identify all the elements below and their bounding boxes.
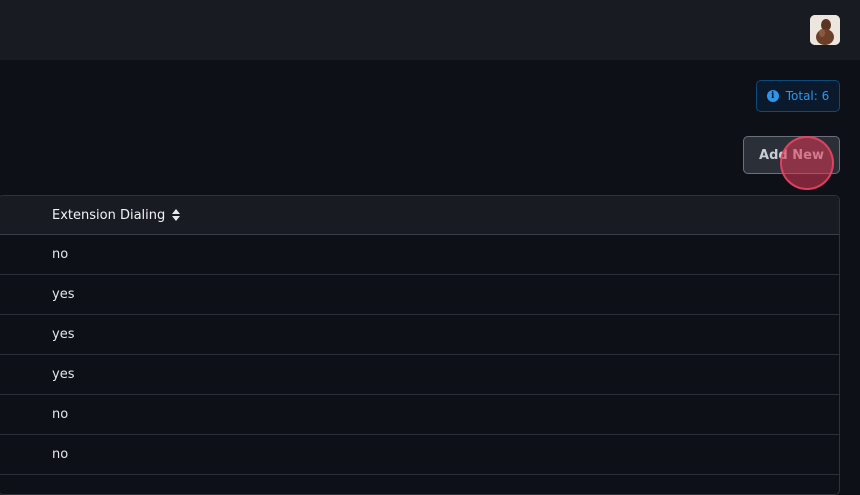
- total-count-label: Total: 6: [785, 89, 830, 103]
- sort-icon[interactable]: [171, 208, 181, 222]
- table-row[interactable]: no: [0, 395, 839, 435]
- extension-dialing-cell: no: [52, 407, 69, 422]
- table-header-row: Extension Dialing: [0, 196, 839, 235]
- extension-dialing-cell: no: [52, 447, 69, 462]
- add-new-button[interactable]: Add New: [743, 136, 840, 174]
- extension-dialing-cell: yes: [52, 367, 75, 382]
- table-row[interactable]: no: [0, 235, 839, 275]
- extension-dialing-cell: yes: [52, 287, 75, 302]
- user-avatar-icon[interactable]: [810, 15, 840, 45]
- table-row[interactable]: yes: [0, 315, 839, 355]
- table-row[interactable]: yes: [0, 355, 839, 395]
- column-header-extension-dialing[interactable]: Extension Dialing: [52, 208, 181, 223]
- column-header-label: Extension Dialing: [52, 207, 166, 223]
- data-table: Extension Dialing no yes yes yes no no: [0, 195, 840, 495]
- extension-dialing-cell: no: [52, 247, 69, 262]
- table-row[interactable]: yes: [0, 275, 839, 315]
- total-count-badge: i Total: 6: [756, 80, 840, 112]
- extension-dialing-cell: yes: [52, 327, 75, 342]
- top-navbar: [0, 0, 860, 60]
- table-row[interactable]: no: [0, 435, 839, 475]
- info-icon: i: [766, 90, 779, 102]
- add-new-label: Add New: [759, 147, 824, 163]
